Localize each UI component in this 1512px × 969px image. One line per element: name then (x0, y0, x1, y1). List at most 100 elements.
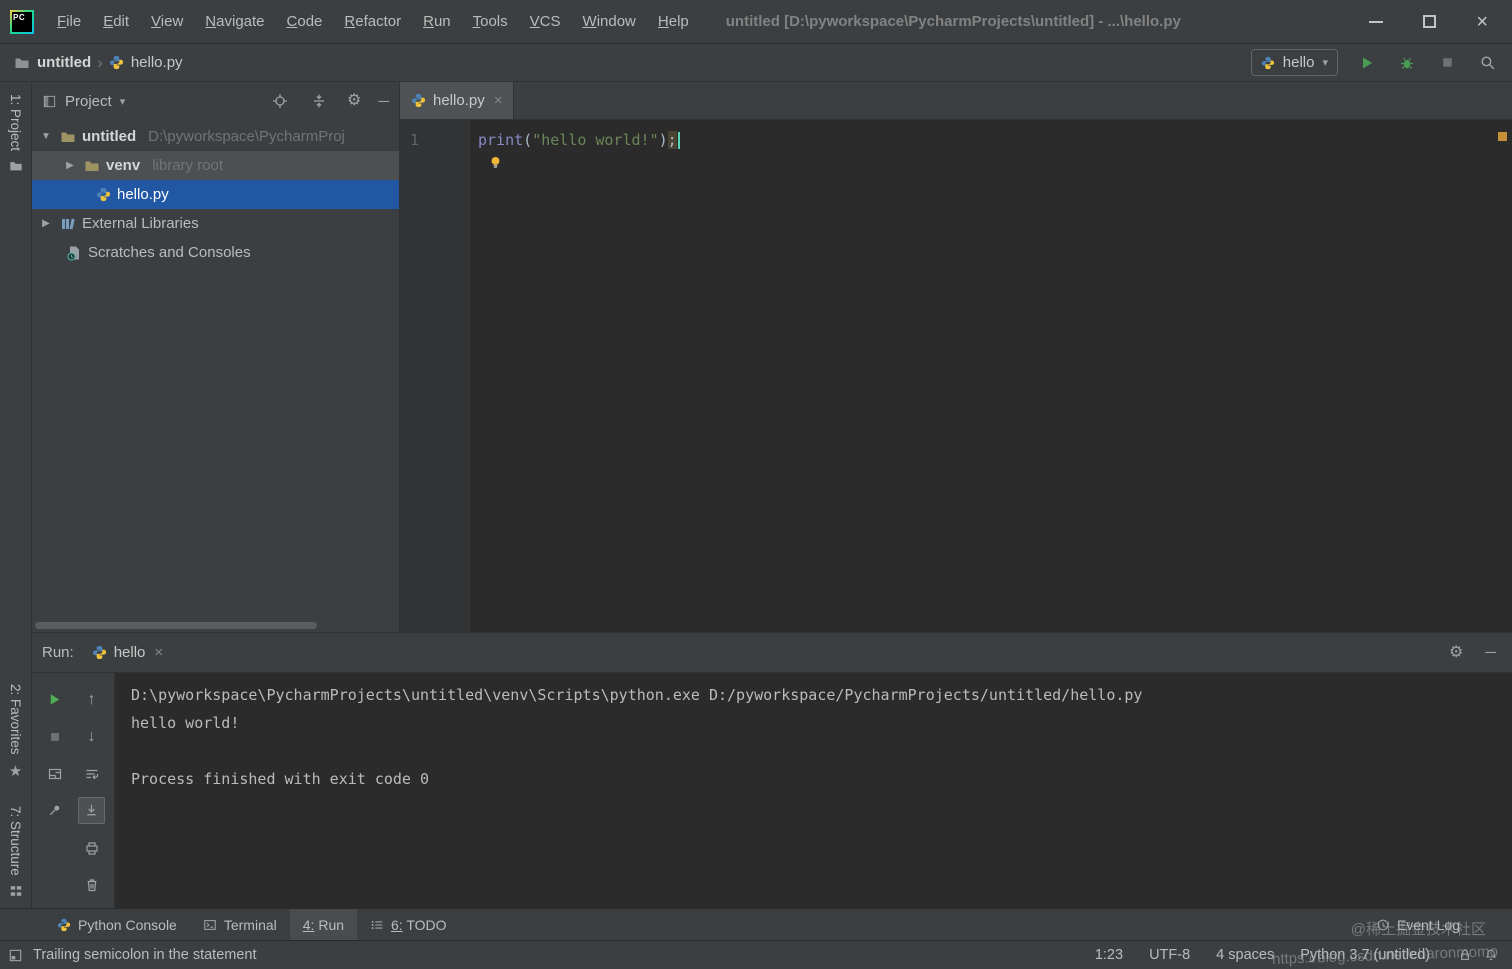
close-window-button[interactable]: × (1476, 12, 1488, 32)
run-tab-hello[interactable]: hello × (84, 633, 171, 672)
menu-code[interactable]: Code (276, 13, 334, 30)
clear-console-icon[interactable] (78, 871, 105, 898)
toolwindow-python-console[interactable]: Python Console (44, 909, 190, 940)
editor-tab-label: hello.py (433, 92, 485, 109)
hide-panel-icon[interactable]: ─ (1485, 645, 1496, 660)
close-tab-icon[interactable]: × (494, 92, 503, 109)
stripe-button-project[interactable]: 1: Project (8, 94, 23, 173)
breadcrumb-project[interactable]: untitled (14, 54, 91, 71)
stripe-button-structure[interactable]: 7: Structure (8, 806, 23, 898)
left-stripe-bottom-group: 2: Favorites ★ 7: Structure (8, 684, 23, 898)
tree-row-venv[interactable]: ▶ venv library root (32, 151, 399, 180)
event-log-icon (1377, 919, 1389, 930)
next-occurrence-icon[interactable]: ↓ (78, 723, 105, 750)
prev-occurrence-icon[interactable]: ↑ (78, 686, 105, 713)
expand-closed-icon[interactable]: ▶ (38, 218, 54, 229)
project-panel-title[interactable]: Project (65, 93, 112, 110)
debug-button[interactable] (1396, 52, 1418, 74)
gear-icon[interactable]: ⚙ (1449, 644, 1463, 661)
folder-icon (15, 58, 29, 68)
menu-vcs[interactable]: VCS (519, 13, 572, 30)
menu-tools[interactable]: Tools (462, 13, 519, 30)
breadcrumb-file[interactable]: hello.py (109, 54, 183, 71)
breadcrumb-separator-icon: › (97, 52, 103, 72)
warning-stripe-mark[interactable] (1498, 132, 1507, 141)
window-controls: × (1369, 12, 1502, 32)
pin-tab-icon[interactable] (41, 797, 68, 824)
menu-window[interactable]: Window (572, 13, 647, 30)
scroll-to-end-icon[interactable] (78, 797, 105, 824)
left-tool-stripe: 1: Project 2: Favorites ★ 7: Structure (0, 82, 32, 908)
tree-row-untitled[interactable]: ▼ untitled D:\pyworkspace\PycharmProj (32, 122, 399, 151)
notifications-bell-icon[interactable] (1484, 948, 1498, 962)
run-button[interactable] (1356, 52, 1378, 74)
chevron-down-icon: ▾ (1322, 57, 1328, 69)
editor-area: hello.py × 1 print("hello world!"); (400, 82, 1512, 632)
expand-open-icon[interactable]: ▼ (38, 131, 54, 142)
event-log-label: Event Log (1396, 916, 1460, 933)
pycharm-logo-icon: PC (10, 9, 34, 34)
expand-closed-icon[interactable]: ▶ (62, 160, 78, 171)
python-file-icon (96, 187, 111, 202)
token-string: "hello world!" (532, 131, 659, 149)
soft-wrap-icon[interactable] (78, 760, 105, 787)
tree-detail: D:\pyworkspace\PycharmProj (148, 128, 345, 145)
gear-icon[interactable]: ⚙ (347, 93, 361, 109)
maximize-window-button[interactable] (1423, 15, 1437, 28)
stop-button[interactable] (1436, 52, 1458, 74)
menu-refactor[interactable]: Refactor (333, 13, 412, 30)
locate-file-icon[interactable] (269, 90, 291, 112)
print-icon[interactable] (78, 834, 105, 861)
intention-bulb[interactable] (488, 155, 1512, 170)
indent-style[interactable]: 4 spaces (1216, 947, 1274, 963)
run-console-output[interactable]: D:\pyworkspace\PycharmProjects\untitled\… (115, 673, 1512, 908)
collapse-all-icon[interactable] (308, 90, 330, 112)
toolwindow-todo[interactable]: 6: TODO (357, 909, 460, 940)
stop-process-button[interactable] (41, 723, 68, 750)
menubar: File Edit View Navigate Code Refactor Ru… (46, 13, 700, 30)
restore-layout-icon[interactable] (41, 760, 68, 787)
project-view-chevron-icon[interactable]: ▾ (120, 95, 126, 108)
caret-position[interactable]: 1:23 (1095, 947, 1123, 963)
menu-file[interactable]: File (46, 13, 92, 30)
editor-gutter[interactable]: 1 (400, 120, 470, 632)
menu-edit[interactable]: Edit (92, 13, 140, 30)
rerun-button[interactable] (41, 686, 68, 713)
interpreter-widget[interactable]: Python 3.7 (untitled) (1300, 947, 1430, 963)
editor-tab-hello-py[interactable]: hello.py × (400, 82, 515, 119)
file-encoding[interactable]: UTF-8 (1149, 947, 1190, 963)
toolwindow-toggle-icon[interactable] (8, 948, 23, 963)
navigation-bar: untitled › hello.py hello ▾ (0, 44, 1512, 82)
lock-icon[interactable] (1458, 948, 1472, 962)
toolwindow-terminal[interactable]: Terminal (190, 909, 290, 940)
python-file-icon (411, 93, 426, 108)
todo-icon (371, 920, 383, 929)
search-everywhere-icon[interactable] (1476, 52, 1498, 74)
hide-panel-icon[interactable]: ─ (378, 94, 389, 109)
tree-row-external-libraries[interactable]: ▶ External Libraries (32, 209, 399, 238)
menu-view[interactable]: View (140, 13, 194, 30)
toolwindow-event-log[interactable]: Event Log (1376, 917, 1512, 933)
tree-row-hello-py[interactable]: hello.py (32, 180, 399, 209)
tree-row-scratches[interactable]: Scratches and Consoles (32, 238, 399, 267)
menu-help[interactable]: Help (647, 13, 700, 30)
minimize-window-button[interactable] (1369, 20, 1384, 23)
close-run-tab-icon[interactable]: × (154, 644, 163, 661)
run-tool-window: Run: hello × ⚙ ─ ↑ ↓ D:\pyworkspace\Pych… (32, 632, 1512, 908)
console-line: D:\pyworkspace\PycharmProjects\untitled\… (131, 686, 1143, 704)
editor-body[interactable]: 1 print("hello world!"); (400, 120, 1512, 632)
run-configuration-select[interactable]: hello ▾ (1250, 49, 1338, 76)
project-panel-header: Project ▾ ⚙ ─ (32, 82, 399, 120)
star-icon: ★ (8, 763, 23, 781)
stripe-structure-label: 7: Structure (8, 806, 23, 876)
menu-navigate[interactable]: Navigate (194, 13, 275, 30)
code-area[interactable]: print("hello world!"); (470, 120, 1512, 632)
stripe-button-favorites[interactable]: 2: Favorites ★ (8, 684, 23, 781)
tree-detail: library root (152, 157, 224, 174)
horizontal-scrollbar[interactable] (35, 622, 317, 629)
menu-run[interactable]: Run (412, 13, 462, 30)
structure-stripe-icon (10, 886, 21, 896)
main-column: Project ▾ ⚙ ─ ▼ untitled D:\pyworkspace\… (32, 82, 1512, 908)
toolwindow-run[interactable]: 4: Run (289, 909, 358, 940)
breadcrumb-file-label: hello.py (130, 54, 183, 71)
